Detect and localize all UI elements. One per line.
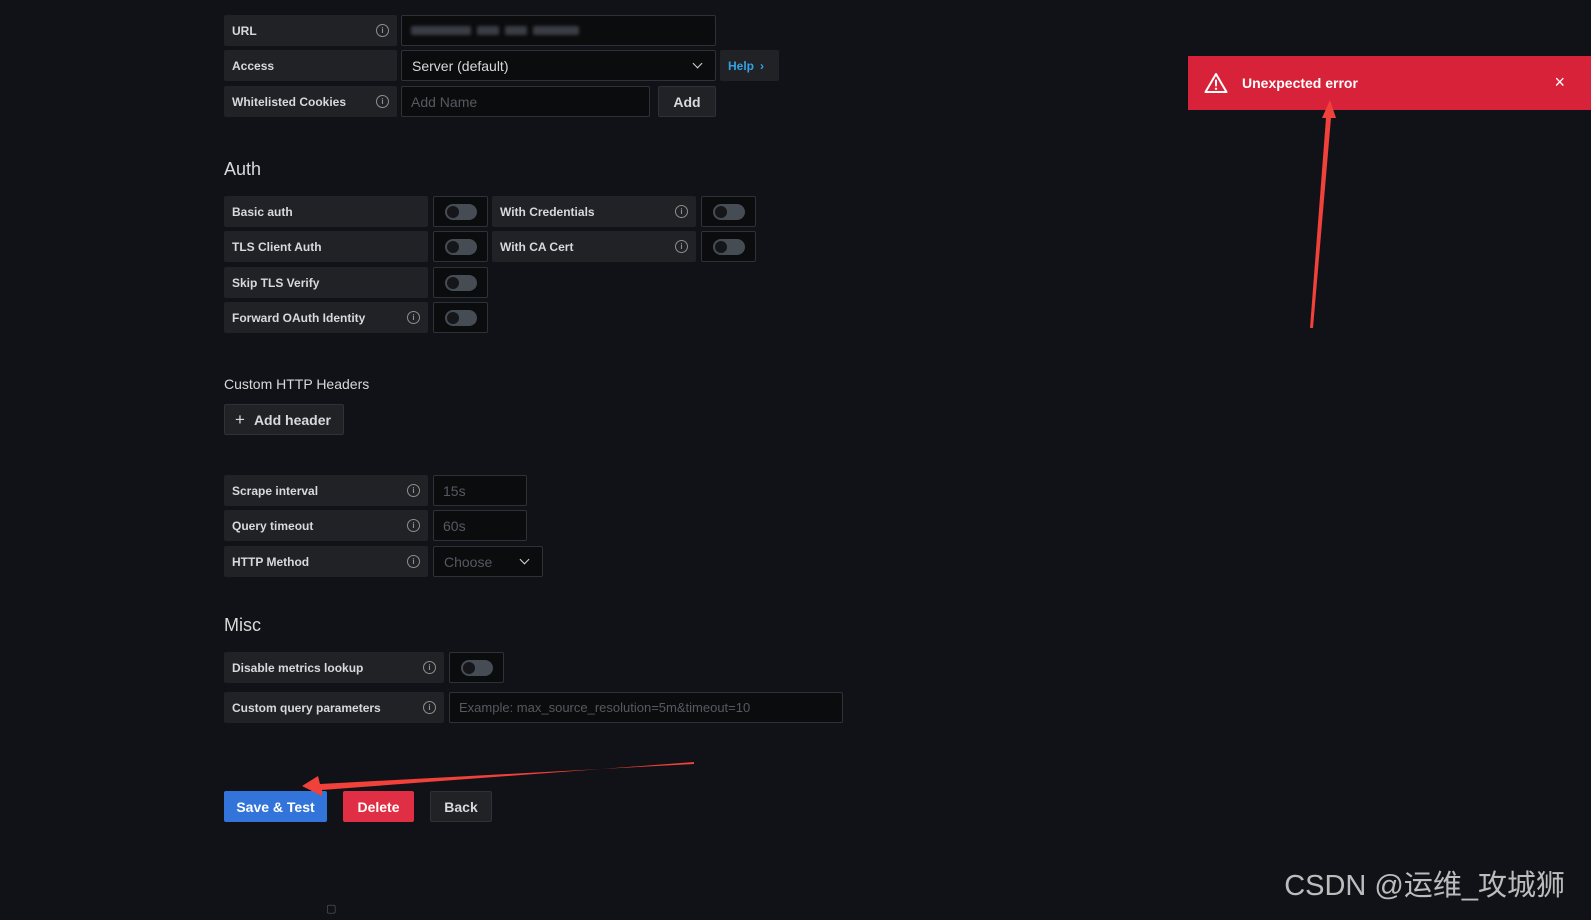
save-test-button[interactable]: Save & Test: [224, 791, 327, 822]
basic-auth-toggle[interactable]: [433, 196, 488, 227]
warning-triangle-icon: [1204, 73, 1228, 93]
annotation-arrows: [302, 100, 1336, 796]
with-ca-cert-label: With CA Cert i: [492, 231, 696, 262]
disable-metrics-label: Disable metrics lookup i: [224, 652, 444, 683]
close-icon[interactable]: ×: [1554, 73, 1565, 91]
auth-heading: Auth: [224, 159, 262, 179]
watermark: CSDN @运维_攻城狮: [1284, 870, 1565, 902]
skip-tls-verify-label: Skip TLS Verify: [224, 267, 428, 298]
info-circle-icon[interactable]: i: [675, 240, 688, 253]
annotation-arrow-to-toast: [1310, 100, 1336, 328]
forward-oauth-toggle[interactable]: [433, 302, 488, 333]
toast-message: Unexpected error: [1242, 75, 1358, 91]
query-timeout-label: Query timeout i: [224, 510, 428, 541]
add-cookie-button[interactable]: Add: [658, 86, 716, 117]
with-credentials-toggle[interactable]: [701, 196, 756, 227]
scrape-interval-input[interactable]: 15s: [433, 475, 527, 506]
footer-links: ▢: [326, 902, 336, 915]
http-method-select[interactable]: Choose: [433, 546, 543, 577]
info-circle-icon[interactable]: i: [407, 311, 420, 324]
plus-icon: +: [235, 409, 245, 429]
chevron-right-icon: ›: [760, 58, 765, 73]
with-ca-cert-toggle[interactable]: [701, 231, 756, 262]
custom-headers-heading: Custom HTTP Headers: [224, 376, 370, 392]
tls-client-auth-label: TLS Client Auth: [224, 231, 428, 262]
forward-oauth-label: Forward OAuth Identity i: [224, 302, 428, 333]
access-select[interactable]: Server (default): [401, 50, 716, 81]
query-timeout-input[interactable]: 60s: [433, 510, 527, 541]
with-credentials-label: With Credentials i: [492, 196, 696, 227]
chevron-down-icon: [519, 554, 530, 565]
info-circle-icon[interactable]: i: [376, 95, 389, 108]
info-circle-icon[interactable]: i: [407, 555, 420, 568]
document-icon: ▢: [326, 903, 337, 915]
info-circle-icon[interactable]: i: [423, 661, 436, 674]
chevron-down-icon: [692, 58, 703, 69]
misc-heading: Misc: [224, 615, 261, 635]
add-header-button[interactable]: + Add header: [224, 404, 344, 435]
custom-query-input[interactable]: Example: max_source_resolution=5m&timeou…: [449, 692, 843, 723]
http-method-label: HTTP Method i: [224, 546, 428, 577]
info-circle-icon[interactable]: i: [675, 205, 688, 218]
disable-metrics-toggle[interactable]: [449, 652, 504, 683]
back-button[interactable]: Back: [430, 791, 492, 822]
redacted-url: [411, 26, 471, 35]
scrape-interval-label: Scrape interval i: [224, 475, 428, 506]
basic-auth-label: Basic auth: [224, 196, 428, 227]
info-circle-icon[interactable]: i: [407, 519, 420, 532]
custom-query-label: Custom query parameters i: [224, 692, 444, 723]
info-circle-icon[interactable]: i: [376, 24, 389, 37]
url-input[interactable]: [401, 15, 716, 46]
url-label: URL i: [224, 15, 397, 46]
info-circle-icon[interactable]: i: [407, 484, 420, 497]
error-toast: Unexpected error ×: [1188, 56, 1591, 110]
tls-client-auth-toggle[interactable]: [433, 231, 488, 262]
info-circle-icon[interactable]: i: [423, 701, 436, 714]
delete-button[interactable]: Delete: [343, 791, 414, 822]
help-button[interactable]: Help ›: [720, 50, 779, 81]
access-label: Access: [224, 50, 397, 81]
whitelisted-cookies-label: Whitelisted Cookies i: [224, 86, 397, 117]
cookie-name-input[interactable]: Add Name: [401, 86, 650, 117]
skip-tls-verify-toggle[interactable]: [433, 267, 488, 298]
